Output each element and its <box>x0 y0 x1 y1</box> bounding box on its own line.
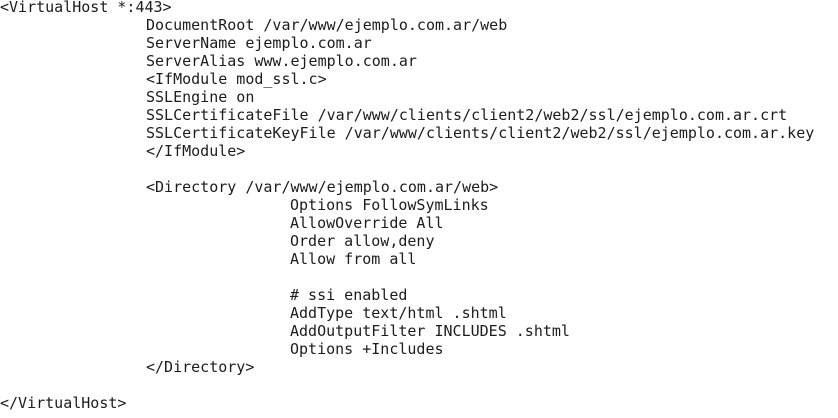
config-line: SSLEngine on <box>146 88 255 106</box>
config-line: Options +Includes <box>290 340 444 358</box>
config-line: SSLCertificateKeyFile /var/www/clients/c… <box>146 124 815 142</box>
config-line: SSLCertificateFile /var/www/clients/clie… <box>146 106 788 124</box>
config-line: AddType text/html .shtml <box>290 304 507 322</box>
config-line: DocumentRoot /var/www/ejemplo.com.ar/web <box>146 16 508 34</box>
config-line: <IfModule mod_ssl.c> <box>146 70 327 88</box>
config-line: </IfModule> <box>146 142 246 160</box>
config-line: AllowOverride All <box>290 214 444 232</box>
config-line: </VirtualHost> <box>0 394 127 412</box>
config-line: ServerName ejemplo.com.ar <box>146 34 372 52</box>
config-line: Order allow,deny <box>290 232 435 250</box>
config-comment: # ssi enabled <box>290 286 408 304</box>
config-line: <VirtualHost *:443> <box>0 0 172 16</box>
config-line: ServerAlias www.ejemplo.com.ar <box>146 52 417 70</box>
config-line: </Directory> <box>146 358 255 376</box>
config-line: Options FollowSymLinks <box>290 196 489 214</box>
config-line: <Directory /var/www/ejemplo.com.ar/web> <box>146 178 499 196</box>
config-line: AddOutputFilter INCLUDES .shtml <box>290 322 570 340</box>
config-line: Allow from all <box>290 250 417 268</box>
config-text-view: <VirtualHost *:443> DocumentRoot /var/ww… <box>0 0 838 418</box>
